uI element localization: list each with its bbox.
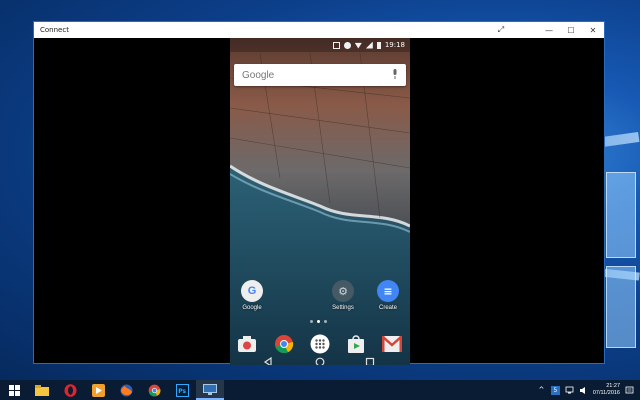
action-center-icon[interactable] xyxy=(625,386,634,395)
settings-icon: ⚙ xyxy=(332,280,354,302)
page-dot xyxy=(324,320,327,323)
chevron-up-icon[interactable]: ^ xyxy=(537,386,546,395)
system-tray: ^ 5 21:27 07/11/2016 xyxy=(537,380,634,400)
page-indicator xyxy=(310,320,327,323)
app-badge-icon[interactable]: 5 xyxy=(550,385,560,395)
google-search-bar[interactable]: Google xyxy=(234,64,406,86)
cast-icon xyxy=(332,41,340,49)
battery-icon xyxy=(376,41,381,49)
volume-icon[interactable] xyxy=(579,386,588,395)
search-placeholder: Google xyxy=(242,69,275,81)
home-icon[interactable] xyxy=(313,355,327,365)
media-player-icon[interactable] xyxy=(84,380,112,400)
app-label-create: Create xyxy=(378,305,397,311)
connect-icon[interactable] xyxy=(196,380,224,400)
microphone-icon[interactable] xyxy=(392,69,398,79)
android-nav-bar xyxy=(230,348,410,365)
phone-screen[interactable]: 19:18 Google G Google ⚙ Settings ≡ Creat… xyxy=(230,38,410,365)
clock-time: 21:27 xyxy=(606,383,620,389)
start-icon[interactable] xyxy=(0,380,28,400)
phone-status-bar: 19:18 xyxy=(230,38,410,52)
chrome-icon[interactable] xyxy=(140,380,168,400)
opera-icon[interactable] xyxy=(56,380,84,400)
window-titlebar[interactable]: Connect ⤢ — ☐ ✕ xyxy=(34,22,604,38)
photoshop-label: Ps xyxy=(178,388,186,395)
app-label-google: Google xyxy=(242,305,262,311)
firefox-icon[interactable] xyxy=(112,380,140,400)
phone-clock: 19:18 xyxy=(384,41,405,49)
windows-logo-pane xyxy=(606,172,636,258)
photoshop-icon[interactable]: Ps xyxy=(168,380,196,400)
page-dot xyxy=(310,320,313,323)
network-icon[interactable] xyxy=(565,386,574,395)
back-icon[interactable] xyxy=(261,355,275,365)
windows-taskbar: Ps ^ 5 21:27 07/11/2016 xyxy=(0,380,640,400)
app-settings[interactable]: ⚙ Settings xyxy=(323,280,363,311)
docs-icon: ≡ xyxy=(377,280,399,302)
phone-wallpaper xyxy=(230,38,410,365)
fullscreen-button[interactable]: ⤢ xyxy=(490,22,512,38)
google-icon: G xyxy=(241,280,263,302)
app-label-settings: Settings xyxy=(332,305,354,311)
recents-icon[interactable] xyxy=(363,355,377,365)
app-google[interactable]: G Google xyxy=(232,280,272,311)
close-button[interactable]: ✕ xyxy=(582,22,604,38)
signal-icon xyxy=(365,41,373,49)
minimize-button[interactable]: — xyxy=(538,22,560,38)
file-explorer-icon[interactable] xyxy=(28,380,56,400)
sync-icon xyxy=(343,41,351,49)
app-create[interactable]: ≡ Create xyxy=(368,280,408,311)
page-dot-active xyxy=(317,320,320,323)
window-title: Connect xyxy=(40,26,69,34)
taskbar-clock[interactable]: 21:27 07/11/2016 xyxy=(593,383,620,397)
clock-date: 07/11/2016 xyxy=(592,390,620,396)
maximize-button[interactable]: ☐ xyxy=(560,22,582,38)
wifi-icon xyxy=(354,42,362,49)
connect-window: Connect ⤢ — ☐ ✕ 19:18 Google G Google ⚙ … xyxy=(33,21,605,365)
windows-logo-pane xyxy=(606,266,636,348)
